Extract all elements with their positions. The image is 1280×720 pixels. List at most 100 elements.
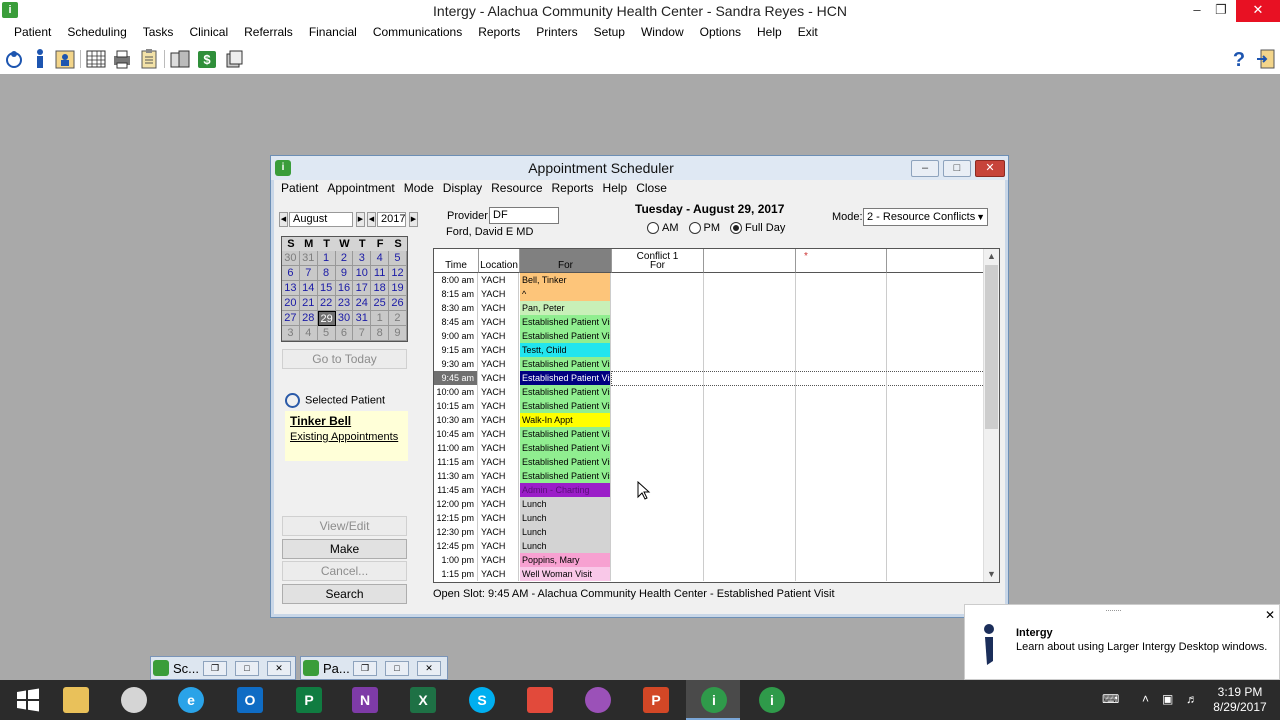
prev-year-button[interactable]: ◀ bbox=[367, 212, 376, 227]
row-appointment[interactable]: Lunch bbox=[520, 539, 611, 553]
schedule-row[interactable]: 1:00 pm YACH Poppins, Mary bbox=[434, 553, 984, 567]
row-conflict-cell[interactable] bbox=[612, 301, 704, 315]
row-conflict-cell[interactable] bbox=[796, 315, 887, 329]
cancel-appointment-button[interactable]: Cancel... bbox=[282, 561, 407, 581]
payment-icon[interactable]: $ bbox=[197, 48, 217, 70]
network-icon[interactable]: ▣ bbox=[1162, 692, 1173, 706]
row-conflict-cell[interactable] bbox=[612, 413, 704, 427]
schedule-row[interactable]: 12:15 pm YACH Lunch bbox=[434, 511, 984, 525]
row-conflict-cell[interactable] bbox=[796, 371, 887, 385]
ledger-icon[interactable] bbox=[170, 48, 190, 70]
close-icon[interactable]: ✕ bbox=[417, 661, 441, 676]
row-conflict-cell[interactable] bbox=[887, 497, 984, 511]
calendar-day[interactable]: 2 bbox=[389, 311, 407, 326]
taskbar-intergy-active[interactable]: i bbox=[686, 680, 740, 720]
taskbar-internet-explorer[interactable]: e bbox=[163, 680, 217, 720]
row-conflict-cell[interactable] bbox=[887, 539, 984, 553]
schedule-row[interactable]: 8:00 am YACH Bell, Tinker bbox=[434, 273, 984, 287]
row-conflict-cell[interactable] bbox=[796, 273, 887, 287]
calendar-day[interactable]: 21 bbox=[299, 296, 318, 311]
clipboard-icon[interactable] bbox=[139, 48, 159, 70]
scheduler-maximize-button[interactable]: □ bbox=[943, 160, 971, 177]
row-conflict-cell[interactable] bbox=[612, 511, 704, 525]
calendar-day[interactable]: 26 bbox=[389, 296, 407, 311]
schedule-row[interactable]: 10:45 am YACH Established Patient Vis bbox=[434, 427, 984, 441]
calendar-day[interactable]: 5 bbox=[317, 326, 336, 341]
row-appointment[interactable]: Admin - Charting bbox=[520, 483, 611, 497]
schedule-row[interactable]: 8:15 am YACH ^ bbox=[434, 287, 984, 301]
row-conflict-cell[interactable] bbox=[796, 343, 887, 357]
calendar-day[interactable]: 31 bbox=[353, 311, 372, 326]
row-conflict-cell[interactable] bbox=[612, 343, 704, 357]
row-conflict-cell[interactable] bbox=[612, 329, 704, 343]
row-appointment[interactable]: Established Patient Vis bbox=[520, 385, 611, 399]
schedule-row[interactable]: 11:45 am YACH Admin - Charting bbox=[434, 483, 984, 497]
row-conflict-cell[interactable] bbox=[612, 441, 704, 455]
row-appointment[interactable]: ^ bbox=[520, 287, 611, 301]
windows-start-icon[interactable] bbox=[0, 680, 54, 720]
row-conflict-cell[interactable] bbox=[887, 567, 984, 581]
row-conflict-cell[interactable] bbox=[612, 567, 704, 581]
row-conflict-cell[interactable] bbox=[796, 497, 887, 511]
row-appointment[interactable]: Lunch bbox=[520, 497, 611, 511]
row-conflict-cell[interactable] bbox=[704, 301, 796, 315]
calendar-day[interactable]: 2 bbox=[335, 251, 354, 266]
row-appointment[interactable]: Bell, Tinker bbox=[520, 273, 611, 287]
row-conflict-cell[interactable] bbox=[887, 399, 984, 413]
taskbar-acrobat[interactable] bbox=[512, 680, 566, 720]
search-button[interactable]: Search bbox=[282, 584, 407, 604]
row-conflict-cell[interactable] bbox=[887, 413, 984, 427]
menu-exit[interactable]: Exit bbox=[790, 22, 826, 44]
patient-lookup-icon[interactable] bbox=[4, 48, 24, 70]
row-conflict-cell[interactable] bbox=[796, 525, 887, 539]
row-appointment[interactable]: Poppins, Mary bbox=[520, 553, 611, 567]
menu-printers[interactable]: Printers bbox=[528, 22, 585, 44]
row-appointment[interactable]: Established Patient Vis bbox=[520, 399, 611, 413]
scheduler-minimize-button[interactable]: – bbox=[911, 160, 939, 177]
schedule-row[interactable]: 10:00 am YACH Established Patient Vis bbox=[434, 385, 984, 399]
existing-appointments-link[interactable]: Existing Appointments bbox=[290, 431, 398, 443]
notification-toast[interactable]: ········ ✕ Intergy Learn about using Lar… bbox=[964, 604, 1280, 680]
row-conflict-cell[interactable] bbox=[612, 287, 704, 301]
schedule-row[interactable]: 1:15 pm YACH Well Woman Visit bbox=[434, 567, 984, 581]
row-conflict-cell[interactable] bbox=[887, 511, 984, 525]
row-appointment[interactable]: Established Patient Vis bbox=[520, 315, 611, 329]
row-conflict-cell[interactable] bbox=[887, 287, 984, 301]
row-conflict-cell[interactable] bbox=[612, 427, 704, 441]
menu-financial[interactable]: Financial bbox=[301, 22, 365, 44]
am-radio-dot[interactable] bbox=[647, 222, 659, 234]
row-conflict-cell[interactable] bbox=[796, 483, 887, 497]
row-conflict-cell[interactable] bbox=[704, 399, 796, 413]
row-conflict-cell[interactable] bbox=[612, 469, 704, 483]
row-conflict-cell[interactable] bbox=[887, 343, 984, 357]
calendar-day[interactable]: 4 bbox=[299, 326, 318, 341]
row-conflict-cell[interactable] bbox=[796, 539, 887, 553]
sched-menu-display[interactable]: Display bbox=[439, 180, 487, 198]
row-conflict-cell[interactable] bbox=[887, 301, 984, 315]
taskbar-powerpoint[interactable]: P bbox=[628, 680, 682, 720]
row-appointment[interactable]: Established Patient Vis bbox=[520, 455, 611, 469]
selected-patient-name[interactable]: Tinker Bell bbox=[290, 414, 351, 428]
row-conflict-cell[interactable] bbox=[704, 525, 796, 539]
row-conflict-cell[interactable] bbox=[796, 301, 887, 315]
menu-scheduling[interactable]: Scheduling bbox=[59, 22, 134, 44]
schedule-row[interactable]: 9:15 am YACH Testt, Child bbox=[434, 343, 984, 357]
restore-icon[interactable]: ❐ bbox=[353, 661, 377, 676]
calendar-day[interactable]: 23 bbox=[335, 296, 354, 311]
minimized-window-patient[interactable]: Pa... ❐ □ ✕ bbox=[300, 656, 448, 680]
calendar-day[interactable]: 7 bbox=[299, 266, 318, 281]
view-edit-button[interactable]: View/Edit bbox=[282, 516, 407, 536]
taskbar-snipping-tool[interactable] bbox=[106, 680, 160, 720]
row-conflict-cell[interactable] bbox=[887, 385, 984, 399]
sched-menu-close[interactable]: Close bbox=[632, 180, 672, 198]
sched-menu-reports[interactable]: Reports bbox=[548, 180, 599, 198]
row-conflict-cell[interactable] bbox=[887, 371, 984, 385]
calendar-day[interactable]: 25 bbox=[371, 296, 390, 311]
row-conflict-cell[interactable] bbox=[796, 567, 887, 581]
row-conflict-cell[interactable] bbox=[612, 525, 704, 539]
row-conflict-cell[interactable] bbox=[887, 315, 984, 329]
pm-radio-dot[interactable] bbox=[688, 222, 701, 234]
sched-menu-resource[interactable]: Resource bbox=[487, 180, 547, 198]
row-conflict-cell[interactable] bbox=[704, 315, 796, 329]
pm-radio[interactable]: PM bbox=[688, 222, 720, 234]
